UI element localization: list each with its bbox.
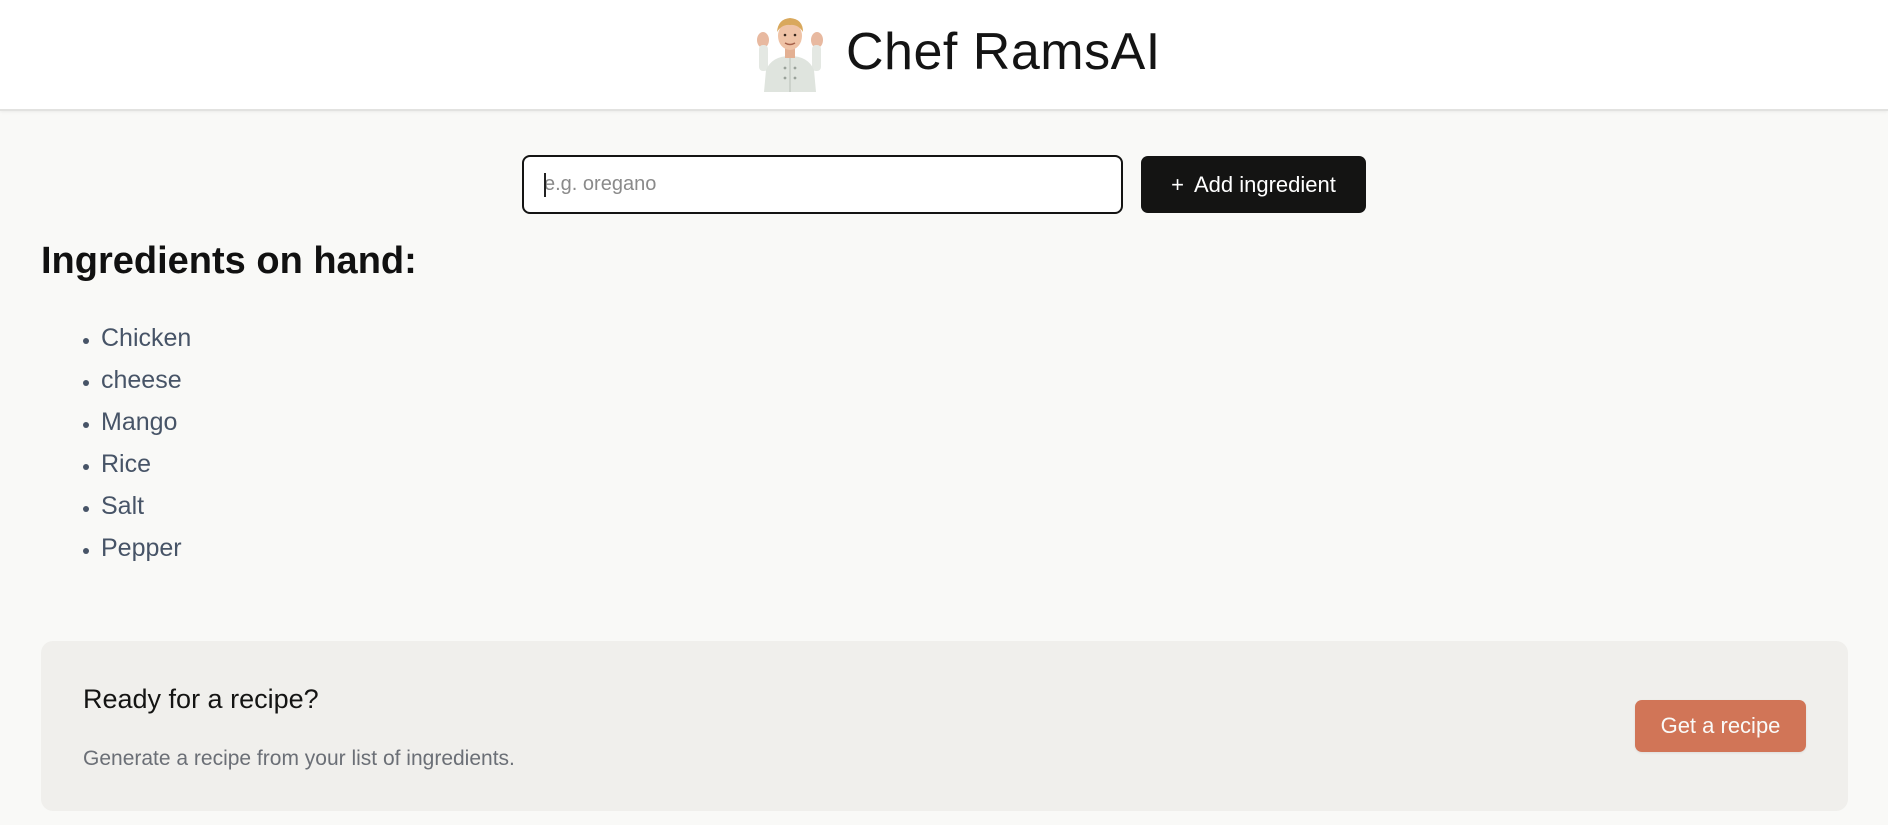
get-recipe-button[interactable]: Get a recipe bbox=[1635, 700, 1806, 752]
chef-avatar-icon bbox=[750, 12, 830, 92]
recipe-card-description: Generate a recipe from your list of ingr… bbox=[83, 747, 515, 770]
ingredient-list: Chicken cheese Mango Rice Salt Pepper bbox=[41, 317, 191, 569]
ingredient-input-wrapper bbox=[522, 155, 1123, 214]
text-caret bbox=[544, 173, 546, 197]
ingredient-item: Mango bbox=[101, 401, 191, 443]
ingredient-item: cheese bbox=[101, 359, 191, 401]
plus-icon: + bbox=[1171, 171, 1184, 197]
recipe-card-title: Ready for a recipe? bbox=[83, 684, 319, 714]
brand: Chef RamsAI bbox=[750, 12, 1161, 92]
add-ingredient-button[interactable]: + Add ingredient bbox=[1141, 156, 1366, 213]
ingredient-item: Rice bbox=[101, 443, 191, 485]
ingredients-heading: Ingredients on hand: bbox=[41, 240, 417, 282]
ingredient-input[interactable] bbox=[524, 157, 1121, 212]
ingredient-item: Chicken bbox=[101, 317, 191, 359]
app-title: Chef RamsAI bbox=[846, 23, 1161, 81]
add-ingredient-label: Add ingredient bbox=[1193, 171, 1336, 197]
get-recipe-card: Ready for a recipe? Generate a recipe fr… bbox=[41, 641, 1848, 811]
ingredient-item: Salt bbox=[101, 485, 191, 527]
ingredient-item: Pepper bbox=[101, 527, 191, 569]
app-header: Chef RamsAI bbox=[0, 0, 1888, 111]
